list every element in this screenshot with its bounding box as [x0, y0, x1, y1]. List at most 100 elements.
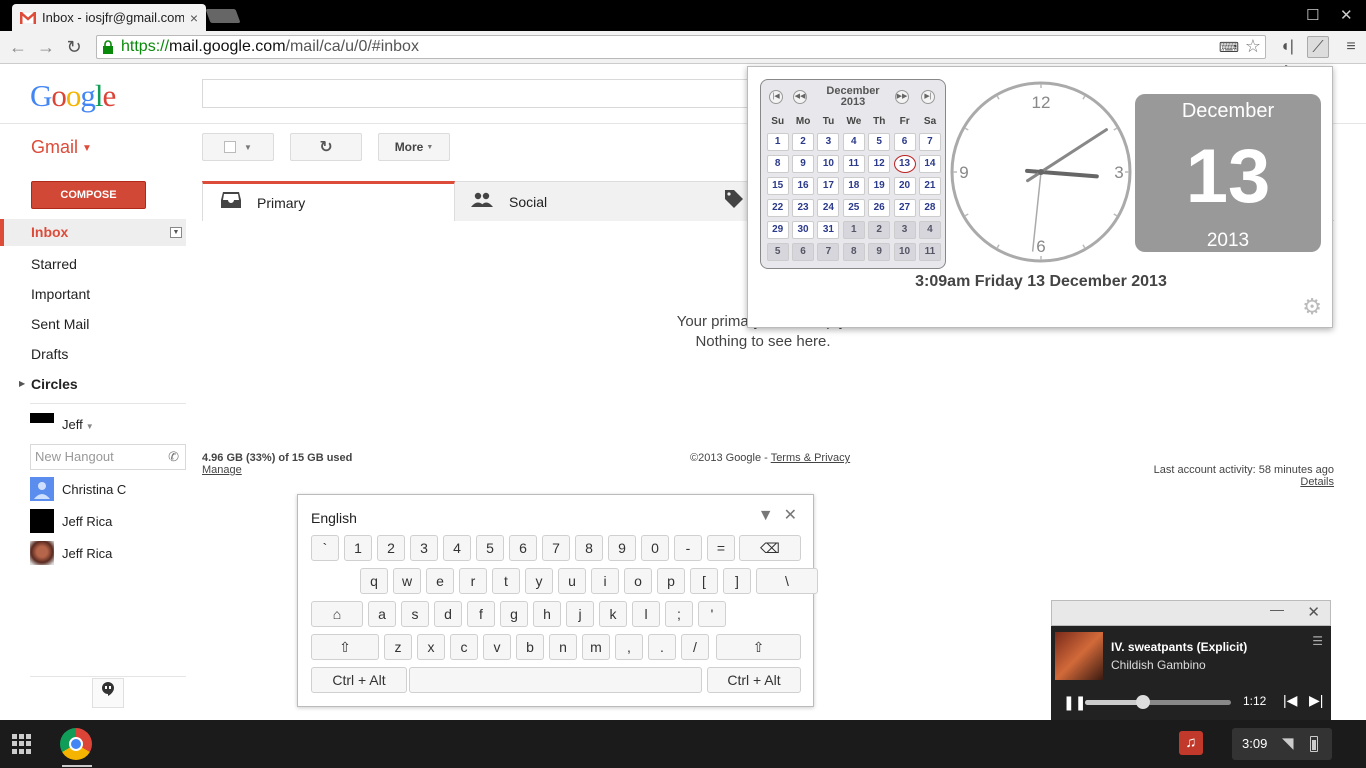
- close-window-icon[interactable]: ✕: [1340, 6, 1353, 24]
- calendar-day[interactable]: 11: [842, 155, 865, 173]
- key[interactable]: e: [426, 568, 454, 594]
- label-menu-dropdown-icon[interactable]: ▼: [170, 227, 182, 238]
- calendar-day[interactable]: 17: [817, 177, 840, 195]
- contact-jeff-rica[interactable]: Jeff Rica: [30, 509, 112, 533]
- key[interactable]: 1: [344, 535, 372, 561]
- progress-slider[interactable]: [1085, 695, 1231, 709]
- next-year-icon[interactable]: ▶|: [921, 90, 935, 104]
- backspace-key[interactable]: ⌫: [739, 535, 801, 561]
- forward-arrow-icon[interactable]: →: [36, 37, 56, 57]
- previous-track-icon[interactable]: |◀: [1283, 692, 1297, 709]
- key[interactable]: ': [698, 601, 726, 627]
- key[interactable]: q: [360, 568, 388, 594]
- key[interactable]: 5: [476, 535, 504, 561]
- key[interactable]: 0: [641, 535, 669, 561]
- key[interactable]: x: [417, 634, 445, 660]
- back-arrow-icon[interactable]: ←: [8, 37, 28, 57]
- nav-item-drafts[interactable]: Drafts: [0, 339, 190, 369]
- calendar-day[interactable]: 7: [918, 133, 941, 151]
- key[interactable]: r: [459, 568, 487, 594]
- key[interactable]: g: [500, 601, 528, 627]
- calendar-day[interactable]: 12: [868, 155, 891, 173]
- key[interactable]: 7: [542, 535, 570, 561]
- key[interactable]: a: [368, 601, 396, 627]
- next-month-icon[interactable]: ▶▶: [895, 90, 909, 104]
- calendar-day[interactable]: 5: [766, 243, 789, 261]
- browser-tab-inbox[interactable]: Inbox - iosjfr@gmail.com ×: [12, 4, 206, 31]
- key[interactable]: .: [648, 634, 676, 660]
- calendar-day[interactable]: 15: [766, 177, 789, 195]
- calendar-day[interactable]: 21: [918, 177, 941, 195]
- key[interactable]: i: [591, 568, 619, 594]
- minimize-icon[interactable]: —: [1270, 601, 1284, 617]
- calendar-day[interactable]: 20: [893, 177, 916, 195]
- calendar-day[interactable]: 9: [792, 155, 815, 173]
- maximize-icon[interactable]: ☐: [1306, 6, 1319, 24]
- manage-storage-link[interactable]: Manage: [202, 464, 242, 476]
- nav-item-inbox[interactable]: Inbox ▼: [0, 219, 186, 246]
- system-tray[interactable]: 3:09 ◥: [1232, 728, 1332, 760]
- calendar-day[interactable]: 28: [918, 199, 941, 217]
- prev-year-icon[interactable]: |◀: [769, 90, 783, 104]
- address-bar[interactable]: https://mail.google.com/mail/ca/u/0/#inb…: [96, 35, 1266, 59]
- calendar-day[interactable]: 29: [766, 221, 789, 239]
- ctrl-alt-right-key[interactable]: Ctrl + Alt: [707, 667, 801, 693]
- key[interactable]: ;: [665, 601, 693, 627]
- key[interactable]: z: [384, 634, 412, 660]
- calendar-day[interactable]: 14: [918, 155, 941, 173]
- key[interactable]: d: [434, 601, 462, 627]
- calendar-day[interactable]: 24: [817, 199, 840, 217]
- spacebar-key[interactable]: [409, 667, 702, 693]
- key[interactable]: o: [624, 568, 652, 594]
- ctrl-alt-left-key[interactable]: Ctrl + Alt: [311, 667, 407, 693]
- key[interactable]: p: [657, 568, 685, 594]
- tab-primary[interactable]: Primary: [202, 181, 455, 221]
- clock-extension-icon[interactable]: ⟋: [1307, 36, 1329, 58]
- contact-jeff-rica-2[interactable]: Jeff Rica: [30, 541, 112, 565]
- calendar-day[interactable]: 18: [842, 177, 865, 195]
- calendar-day[interactable]: 22: [766, 199, 789, 217]
- prev-month-icon[interactable]: ◀◀: [793, 90, 807, 104]
- key[interactable]: b: [516, 634, 544, 660]
- calendar-day[interactable]: 11: [918, 243, 941, 261]
- calendar-day[interactable]: 1: [842, 221, 865, 239]
- calendar-day[interactable]: 25: [842, 199, 865, 217]
- calendar-day[interactable]: 8: [842, 243, 865, 261]
- key[interactable]: k: [599, 601, 627, 627]
- key[interactable]: h: [533, 601, 561, 627]
- hangouts-user[interactable]: Jeff ▼: [62, 417, 94, 432]
- activity-details-link[interactable]: Details: [1154, 476, 1334, 488]
- chrome-app-icon[interactable]: [60, 728, 92, 760]
- compose-button[interactable]: COMPOSE: [31, 181, 146, 209]
- app-launcher-icon[interactable]: [12, 734, 32, 754]
- extension-broadcast-icon[interactable]: ◖|◗: [1276, 36, 1298, 77]
- key[interactable]: m: [582, 634, 610, 660]
- calendar-day[interactable]: 8: [766, 155, 789, 173]
- calendar-day[interactable]: 23: [792, 199, 815, 217]
- close-icon[interactable]: ✕: [1307, 603, 1320, 621]
- gear-icon[interactable]: ⚙: [1302, 294, 1322, 320]
- phone-icon[interactable]: ✆: [168, 445, 179, 469]
- calendar-day[interactable]: 2: [792, 133, 815, 151]
- nav-item-important[interactable]: Important: [0, 279, 190, 309]
- key[interactable]: [: [690, 568, 718, 594]
- key[interactable]: u: [558, 568, 586, 594]
- tab-social[interactable]: Social: [455, 181, 708, 221]
- next-track-icon[interactable]: ▶|: [1309, 692, 1323, 709]
- progress-handle[interactable]: [1136, 695, 1151, 709]
- key[interactable]: j: [566, 601, 594, 627]
- minimize-keyboard-icon[interactable]: ▼: [758, 507, 774, 524]
- calendar-day[interactable]: 4: [918, 221, 941, 239]
- key[interactable]: \: [756, 568, 818, 594]
- key[interactable]: 8: [575, 535, 603, 561]
- calendar-day[interactable]: 3: [893, 221, 916, 239]
- calendar-day[interactable]: 30: [792, 221, 815, 239]
- calendar-day[interactable]: 10: [817, 155, 840, 173]
- calendar-day[interactable]: 1: [766, 133, 789, 151]
- contact-christina-c[interactable]: Christina C: [30, 477, 126, 501]
- layout-home-key[interactable]: ⌂: [311, 601, 363, 627]
- calendar-day[interactable]: 27: [893, 199, 916, 217]
- calendar-day[interactable]: 16: [792, 177, 815, 195]
- key[interactable]: l: [632, 601, 660, 627]
- key[interactable]: 6: [509, 535, 537, 561]
